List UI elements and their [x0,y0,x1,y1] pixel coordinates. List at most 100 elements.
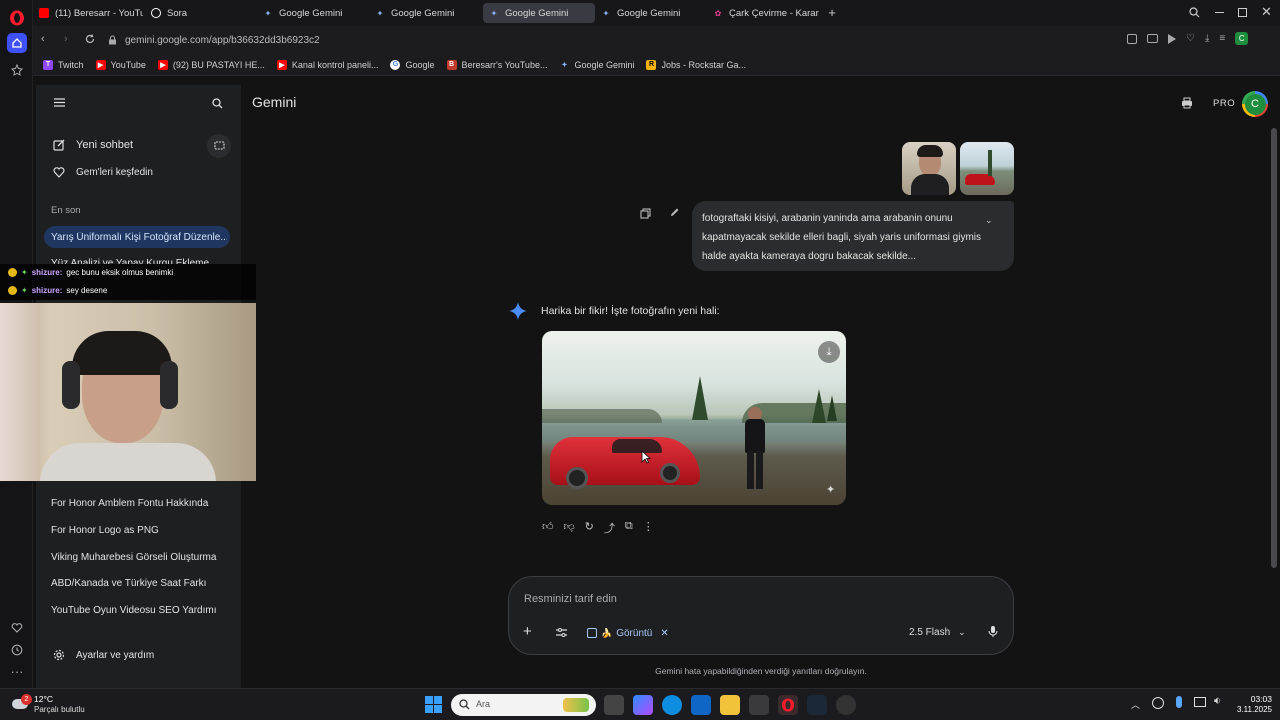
weather-icon[interactable]: 2 [10,694,32,714]
store-icon[interactable] [749,695,769,715]
new-chat-icon [53,139,65,151]
bookmark-gemini[interactable]: ✦ Google Gemini [559,60,635,70]
add-attachment-button[interactable]: + [523,624,532,639]
lock-icon [108,35,117,45]
tab-youtube[interactable]: (11) Beresarr - YouTube [33,3,143,23]
bookmark-google[interactable]: G Google [390,59,435,70]
image-tool-chip[interactable]: 🍌 Görüntü ✕ [587,625,669,641]
tab-gemini-active[interactable]: ✦ Google Gemini [483,3,595,23]
thumbs-up-icon[interactable]: 👍︎ [542,520,554,536]
new-chat-button[interactable]: Yeni sohbet [44,135,234,157]
new-tab-button[interactable]: + [825,6,839,20]
bookmark-twitch[interactable]: T Twitch [43,59,84,70]
edit-prompt-icon[interactable] [669,207,680,218]
explore-gems-button[interactable]: Gem'leri keşfedin [44,163,234,183]
attached-image-person[interactable] [902,142,956,195]
back-icon[interactable]: ‹ [41,33,45,45]
star-icon[interactable] [7,60,27,80]
tab-search-icon[interactable] [1189,7,1200,18]
opera-logo-icon[interactable] [7,8,27,28]
chat-item[interactable]: For Honor Logo as PNG [51,525,159,536]
twitch-icon: T [43,59,53,70]
obs-icon[interactable] [836,695,856,715]
history-icon[interactable] [7,640,27,660]
minimize-button[interactable] [1215,12,1224,13]
menu-icon[interactable]: ≡ [1219,34,1225,45]
share-icon[interactable]: ⤴ [604,520,615,536]
url-field[interactable]: gemini.google.com/app/b36632dd3b6923c2 [108,30,1108,50]
tab-sora[interactable]: Sora [145,3,255,23]
tab-gemini-2[interactable]: ✦ Google Gemini [369,3,479,23]
remove-chip-icon[interactable]: ✕ [660,628,668,639]
app-title[interactable]: Gemini [252,94,296,110]
play-icon[interactable] [1168,34,1176,44]
prompt-box: Resminizi tarif edin + 🍌 Görüntü ✕ 2.5 F… [508,576,1014,655]
file-explorer-icon[interactable] [720,695,740,715]
heart-icon[interactable] [7,618,27,638]
camera-icon[interactable] [1147,34,1158,43]
reload-icon[interactable] [85,34,95,44]
print-icon[interactable] [1181,97,1193,109]
expand-chevron-icon[interactable]: ⌄ [985,215,993,226]
edit-icon[interactable] [1127,34,1137,44]
copy-icon[interactable]: ⧉ [625,520,633,536]
restore-button[interactable] [1238,8,1247,17]
tab-cark[interactable]: ✿ Çark Çevirme - Karar Çark [707,3,819,23]
download-icon[interactable]: ⤓ [1205,34,1209,45]
more-icon[interactable]: ··· [7,661,27,681]
more-options-icon[interactable]: ⋮ [643,520,654,536]
settings-help-button[interactable]: Ayarlar ve yardım [44,646,234,666]
temporary-chat-button[interactable] [207,134,231,158]
heart-outline-icon[interactable]: ♡ [1186,34,1195,45]
thumbs-down-icon[interactable]: 👎︎ [564,520,575,536]
generated-image[interactable]: ⤓ ✦ [542,331,846,505]
outlook-icon[interactable] [691,695,711,715]
hamburger-menu-icon[interactable] [54,98,65,107]
sync-icon[interactable] [1152,697,1164,709]
bookmark-kanal[interactable]: ▶ Kanal kontrol paneli... [276,59,378,70]
steam-icon[interactable] [807,695,827,715]
home-icon[interactable] [7,33,27,53]
volume-icon[interactable]: 🔉︎ [1214,695,1221,708]
copy-prompt-icon[interactable] [640,208,651,219]
microphone-icon[interactable] [988,625,998,638]
gemini-icon: ✦ [602,8,610,18]
active-chat-item[interactable]: Yarış Üniformalı Kişi Fotoğraf Düzenle..… [44,226,230,248]
profile-icon[interactable]: C [1235,32,1249,45]
copilot-icon[interactable] [633,695,653,715]
google-icon: G [390,59,401,70]
mic-tray-icon[interactable] [1176,696,1182,708]
bookmark-beresarr[interactable]: B Beresarr's YouTube... [446,59,547,70]
close-window-button[interactable]: ✕ [1261,4,1272,20]
forward-icon[interactable]: › [64,33,68,45]
display-icon[interactable] [1194,697,1206,707]
download-image-button[interactable]: ⤓ [818,341,840,363]
opera-taskbar-icon[interactable] [778,695,798,715]
regenerate-icon[interactable]: ↻ [585,520,594,536]
tray-chevron-up-icon[interactable]: ︿ [1131,698,1140,711]
edge-icon[interactable] [662,695,682,715]
bookmark-rockstar[interactable]: R Jobs - Rockstar Ga... [646,59,746,70]
search-icon[interactable] [212,98,223,109]
account-avatar[interactable]: C [1242,91,1268,117]
prompt-input[interactable]: Resminizi tarif edin [524,593,617,605]
tools-icon[interactable] [556,628,567,637]
chat-item[interactable]: ABD/Kanada ve Türkiye Saat Farkı [51,578,206,589]
taskbar: 2 12°C Parçalı bulutlu Ara ︿ 🔉︎ 03:03 3.… [0,688,1280,720]
badge-icon [8,286,17,295]
scrollbar-thumb[interactable] [1271,128,1277,568]
badge-icon [8,268,17,277]
tab-gemini-1[interactable]: ✦ Google Gemini [257,3,367,23]
windows-start-icon[interactable] [425,696,442,713]
bookmark-youtube[interactable]: ▶ YouTube [95,59,146,70]
model-selector[interactable]: 2.5 Flash ⌄ [909,627,966,638]
youtube-icon: ▶ [95,59,106,70]
chat-item[interactable]: For Honor Amblem Fontu Hakkında [51,498,208,509]
tab-gemini-3[interactable]: ✦ Google Gemini [595,3,705,23]
task-view-icon[interactable] [604,695,624,715]
taskbar-search[interactable]: Ara [451,694,596,716]
chat-item[interactable]: YouTube Oyun Videosu SEO Yardımı [51,605,216,616]
bookmark-pasta[interactable]: ▶ (92) BU PASTAYI HE... [157,59,265,70]
chat-item[interactable]: Viking Muharebesi Görseli Oluşturma [51,552,216,563]
attached-image-car[interactable] [960,142,1014,195]
